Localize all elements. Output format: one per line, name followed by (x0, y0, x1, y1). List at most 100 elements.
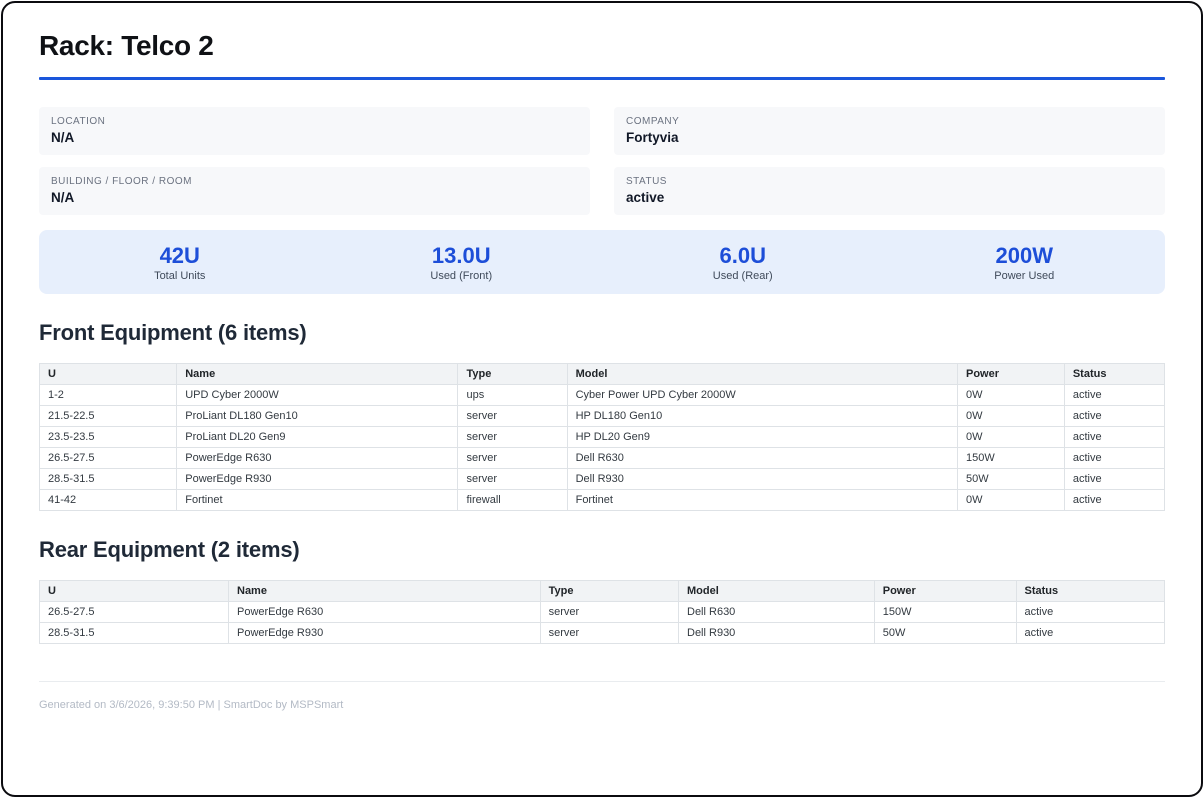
table-cell: Dell R930 (567, 469, 957, 490)
column-header: Name (177, 364, 458, 385)
table-cell: server (458, 427, 567, 448)
table-cell: PowerEdge R630 (177, 448, 458, 469)
table-cell: active (1064, 406, 1164, 427)
report-content: Rack: Telco 2 LOCATION N/A COMPANY Forty… (3, 3, 1201, 713)
table-cell: 1-2 (40, 385, 177, 406)
table-cell: HP DL20 Gen9 (567, 427, 957, 448)
column-header: Model (679, 581, 875, 602)
table-cell: active (1064, 385, 1164, 406)
field-company: COMPANY Fortyvia (614, 107, 1165, 155)
rear-equipment-heading: Rear Equipment (2 items) (39, 537, 1165, 563)
table-row: 1-2UPD Cyber 2000WupsCyber Power UPD Cyb… (40, 385, 1165, 406)
stat-used-rear: 6.0U Used (Rear) (602, 243, 884, 282)
table-cell: active (1016, 602, 1165, 623)
table-cell: active (1016, 623, 1165, 644)
stat-value: 6.0U (602, 243, 884, 268)
column-header: Model (567, 364, 957, 385)
table-header-row: UNameTypeModelPowerStatus (40, 581, 1165, 602)
table-cell: Fortinet (177, 490, 458, 511)
field-label: BUILDING / FLOOR / ROOM (51, 176, 578, 187)
front-equipment-table: UNameTypeModelPowerStatus1-2UPD Cyber 20… (39, 363, 1165, 511)
field-building-floor-room: BUILDING / FLOOR / ROOM N/A (39, 167, 590, 215)
column-header: U (40, 364, 177, 385)
table-header-row: UNameTypeModelPowerStatus (40, 364, 1165, 385)
table-cell: PowerEdge R630 (229, 602, 541, 623)
table-cell: server (458, 406, 567, 427)
rear-equipment-table: UNameTypeModelPowerStatus26.5-27.5PowerE… (39, 580, 1165, 644)
stat-label: Used (Front) (321, 270, 603, 282)
field-label: LOCATION (51, 116, 578, 127)
table-cell: 21.5-22.5 (40, 406, 177, 427)
field-status: STATUS active (614, 167, 1165, 215)
table-cell: 0W (957, 406, 1064, 427)
stat-value: 42U (39, 243, 321, 268)
stat-value: 200W (884, 243, 1166, 268)
column-header: Power (957, 364, 1064, 385)
stat-power-used: 200W Power Used (884, 243, 1166, 282)
table-cell: server (540, 602, 678, 623)
table-cell: active (1064, 427, 1164, 448)
column-header: Type (540, 581, 678, 602)
table-row: 26.5-27.5PowerEdge R630serverDell R63015… (40, 602, 1165, 623)
table-cell: 0W (957, 427, 1064, 448)
field-label: COMPANY (626, 116, 1153, 127)
table-cell: 0W (957, 490, 1064, 511)
table-cell: PowerEdge R930 (177, 469, 458, 490)
table-cell: active (1064, 469, 1164, 490)
column-header: Status (1064, 364, 1164, 385)
table-cell: 26.5-27.5 (40, 448, 177, 469)
table-cell: active (1064, 490, 1164, 511)
table-cell: UPD Cyber 2000W (177, 385, 458, 406)
field-value: active (626, 190, 1153, 205)
field-label: STATUS (626, 176, 1153, 187)
column-header: U (40, 581, 229, 602)
table-cell: 150W (957, 448, 1064, 469)
table-cell: 150W (874, 602, 1016, 623)
stat-value: 13.0U (321, 243, 603, 268)
page-title: Rack: Telco 2 (39, 30, 1165, 62)
table-row: 28.5-31.5PowerEdge R930serverDell R93050… (40, 623, 1165, 644)
table-cell: Fortinet (567, 490, 957, 511)
table-cell: 41-42 (40, 490, 177, 511)
front-equipment-heading: Front Equipment (6 items) (39, 320, 1165, 346)
window-frame: Rack: Telco 2 LOCATION N/A COMPANY Forty… (1, 1, 1203, 797)
table-cell: server (458, 448, 567, 469)
column-header: Status (1016, 581, 1165, 602)
stat-total-units: 42U Total Units (39, 243, 321, 282)
table-cell: ups (458, 385, 567, 406)
table-cell: Dell R630 (567, 448, 957, 469)
table-row: 21.5-22.5ProLiant DL180 Gen10serverHP DL… (40, 406, 1165, 427)
stat-label: Power Used (884, 270, 1166, 282)
column-header: Power (874, 581, 1016, 602)
stat-label: Total Units (39, 270, 321, 282)
info-fields: LOCATION N/A COMPANY Fortyvia BUILDING /… (39, 107, 1165, 215)
page-footer: Generated on 3/6/2026, 9:39:50 PM | Smar… (39, 681, 1165, 713)
table-cell: Dell R930 (679, 623, 875, 644)
table-cell: PowerEdge R930 (229, 623, 541, 644)
field-value: N/A (51, 130, 578, 145)
table-row: 26.5-27.5PowerEdge R630serverDell R63015… (40, 448, 1165, 469)
table-cell: 28.5-31.5 (40, 623, 229, 644)
column-header: Type (458, 364, 567, 385)
field-value: Fortyvia (626, 130, 1153, 145)
column-header: Name (229, 581, 541, 602)
table-cell: 0W (957, 385, 1064, 406)
table-cell: Cyber Power UPD Cyber 2000W (567, 385, 957, 406)
field-value: N/A (51, 190, 578, 205)
table-cell: 50W (874, 623, 1016, 644)
table-row: 28.5-31.5PowerEdge R930serverDell R93050… (40, 469, 1165, 490)
table-cell: Dell R630 (679, 602, 875, 623)
table-cell: active (1064, 448, 1164, 469)
table-cell: ProLiant DL180 Gen10 (177, 406, 458, 427)
table-cell: 26.5-27.5 (40, 602, 229, 623)
stats-bar: 42U Total Units 13.0U Used (Front) 6.0U … (39, 230, 1165, 294)
table-cell: 50W (957, 469, 1064, 490)
table-cell: HP DL180 Gen10 (567, 406, 957, 427)
table-cell: server (458, 469, 567, 490)
table-cell: server (540, 623, 678, 644)
generated-timestamp: Generated on 3/6/2026, 9:39:50 PM | Smar… (39, 699, 343, 711)
title-divider (39, 77, 1165, 80)
stat-used-front: 13.0U Used (Front) (321, 243, 603, 282)
table-row: 41-42FortinetfirewallFortinet0Wactive (40, 490, 1165, 511)
table-cell: ProLiant DL20 Gen9 (177, 427, 458, 448)
